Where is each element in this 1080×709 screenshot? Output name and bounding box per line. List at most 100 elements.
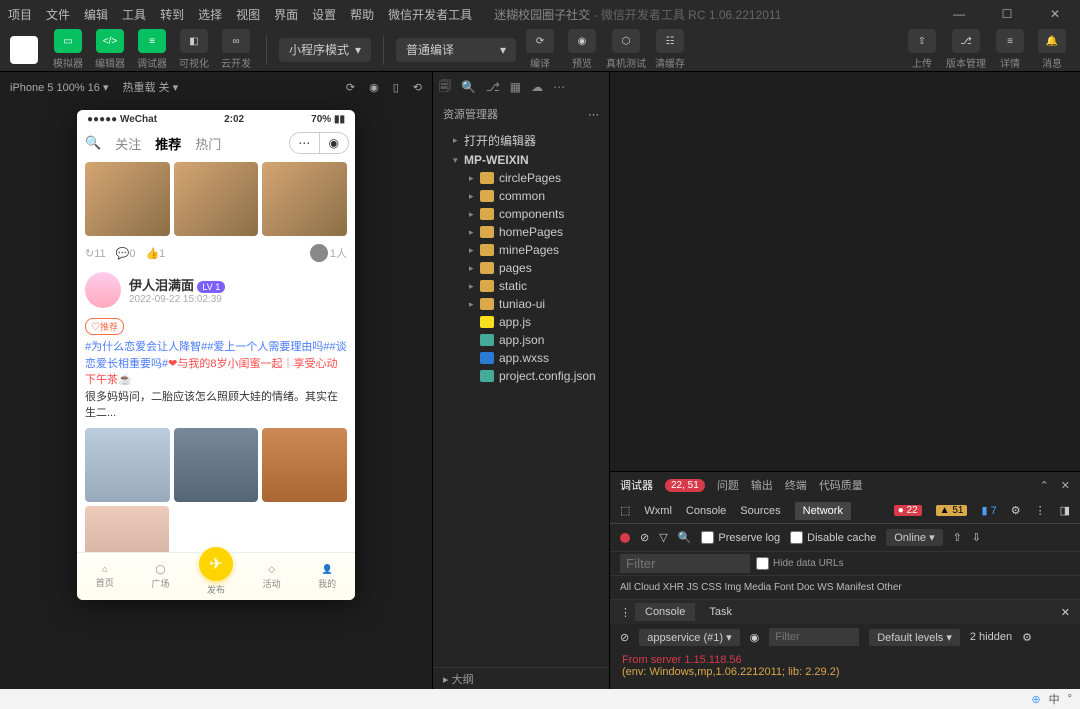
tree-folder[interactable]: ▸components [433, 205, 609, 223]
filter-icon[interactable]: ▽ [659, 531, 667, 544]
devtab-issues[interactable]: 问题 [717, 477, 739, 493]
clear-icon[interactable]: ⊘ [620, 631, 629, 644]
ext-icon[interactable]: ▦ [510, 80, 521, 94]
menu-wxdev[interactable]: 微信开发者工具 [388, 6, 472, 23]
menu-project[interactable]: 项目 [8, 6, 32, 23]
preview-button[interactable]: ◉ [568, 29, 596, 53]
compile-button[interactable]: ⟳ [526, 29, 554, 53]
chevron-up-icon[interactable]: ⌃ [1040, 479, 1049, 492]
dock-icon[interactable]: ◨ [1060, 504, 1070, 517]
devtab-output[interactable]: 输出 [751, 477, 773, 493]
tab-recommend[interactable]: 推荐 [155, 134, 181, 153]
comment-count[interactable]: 💬0 [116, 247, 136, 260]
detail-button[interactable]: ≡ [996, 29, 1024, 53]
ime-indicator[interactable]: ⊕ [1031, 693, 1040, 706]
upload-button[interactable]: ⇧ [908, 29, 936, 53]
disable-cache-checkbox[interactable]: Disable cache [790, 531, 876, 544]
gear-icon[interactable]: ⚙ [1022, 631, 1032, 644]
minimize-button[interactable]: — [942, 0, 976, 28]
feed-image[interactable] [85, 162, 170, 236]
maximize-button[interactable]: ☐ [990, 0, 1024, 28]
tree-folder[interactable]: ▸circlePages [433, 169, 609, 187]
menu-icon[interactable]: ⋯ [290, 133, 320, 153]
console-filter-input[interactable] [769, 628, 859, 646]
task-tab[interactable]: Task [699, 603, 742, 621]
menu-tool[interactable]: 工具 [122, 6, 146, 23]
nettab-sources[interactable]: Sources [740, 505, 780, 517]
cloud-icon[interactable]: ☁ [531, 80, 543, 94]
devtab-debugger[interactable]: 调试器 [620, 477, 653, 493]
close-button[interactable]: ✕ [1038, 0, 1072, 28]
like-count[interactable]: 👍1 [145, 247, 165, 260]
tree-root[interactable]: ▾MP-WEIXIN [433, 151, 609, 169]
feed-image[interactable] [174, 162, 259, 236]
eye-icon[interactable]: ◉ [750, 631, 760, 644]
gear-icon[interactable]: ⚙ [1011, 504, 1021, 517]
filter-types[interactable]: All Cloud XHR JS CSS Img Media Font Doc … [620, 582, 902, 593]
tab-activity[interactable]: ◇活动 [244, 553, 300, 600]
tree-folder[interactable]: ▸minePages [433, 241, 609, 259]
version-button[interactable]: ⎇ [952, 29, 980, 53]
close-icon[interactable]: ✕ [1061, 606, 1070, 619]
console-tab[interactable]: Console [635, 603, 695, 621]
tab-me[interactable]: 👤我的 [299, 553, 355, 600]
ime-mode[interactable]: ° [1068, 693, 1072, 705]
record-icon[interactable]: ◉ [369, 81, 379, 94]
tab-follow[interactable]: 关注 [115, 134, 141, 153]
menu-edit[interactable]: 编辑 [84, 6, 108, 23]
menu-help[interactable]: 帮助 [350, 6, 374, 23]
inspect-icon[interactable]: ⬚ [620, 504, 630, 517]
tree-folder[interactable]: ▸pages [433, 259, 609, 277]
mode-select[interactable]: 小程序模式 ▾ [279, 38, 371, 62]
feed-image[interactable] [174, 428, 259, 502]
real-device-button[interactable]: ⬡ [612, 29, 640, 53]
menu-ui[interactable]: 界面 [274, 6, 298, 23]
record-icon[interactable] [620, 533, 630, 543]
ime-lang[interactable]: 中 [1049, 691, 1060, 707]
visual-button[interactable]: ◧ [180, 29, 208, 53]
avatar[interactable] [85, 272, 121, 308]
hide-data-urls-checkbox[interactable]: Hide data URLs [756, 557, 844, 570]
tree-open-editors[interactable]: ▸打开的编辑器 [433, 130, 609, 151]
menu-select[interactable]: 选择 [198, 6, 222, 23]
devtab-terminal[interactable]: 终端 [785, 477, 807, 493]
nettab-console[interactable]: Console [686, 505, 726, 517]
compile-mode-select[interactable]: 普通编译 ▾ [396, 38, 516, 62]
menu-view[interactable]: 视图 [236, 6, 260, 23]
clear-cache-button[interactable]: ☷ [656, 29, 684, 53]
search-icon[interactable]: 🔍 [678, 531, 692, 544]
outline-section[interactable]: ▸ 大纲 [433, 667, 609, 691]
clear-icon[interactable]: ⊘ [640, 531, 649, 544]
editor-button[interactable]: </> [96, 29, 124, 53]
refresh-icon[interactable]: ⟳ [346, 81, 355, 94]
tab-publish[interactable]: ✈发布 [188, 553, 244, 600]
tree-folder[interactable]: ▸static [433, 277, 609, 295]
debugger-button[interactable]: ≡ [138, 29, 166, 53]
tree-folder[interactable]: ▸tuniao-ui [433, 295, 609, 313]
tree-file[interactable]: app.wxss [433, 349, 609, 367]
upload-icon[interactable]: ⇧ [953, 531, 962, 544]
filter-input[interactable] [620, 554, 750, 573]
tree-file[interactable]: app.js [433, 313, 609, 331]
branch-icon[interactable]: ⎇ [486, 80, 500, 94]
tab-plaza[interactable]: ◯广场 [133, 553, 189, 600]
rotate-icon[interactable]: ⟲ [413, 81, 422, 94]
tree-file[interactable]: app.json [433, 331, 609, 349]
close-icon[interactable]: ✕ [1061, 479, 1070, 492]
tree-folder[interactable]: ▸homePages [433, 223, 609, 241]
more-icon[interactable]: ⋯ [553, 80, 565, 94]
simulator-button[interactable]: ▭ [54, 29, 82, 53]
feed-image[interactable] [85, 506, 169, 553]
cloud-button[interactable]: ∞ [222, 29, 250, 53]
devtab-quality[interactable]: 代码质量 [819, 477, 863, 493]
tree-folder[interactable]: ▸common [433, 187, 609, 205]
publish-fab[interactable]: ✈ [199, 547, 233, 581]
context-select[interactable]: appservice (#1) ▾ [639, 629, 739, 646]
feed-image[interactable] [262, 428, 347, 502]
device-select[interactable]: iPhone 5 100% 16 ▾ [10, 81, 109, 94]
files-icon[interactable]: 🗐 [439, 77, 451, 98]
download-icon[interactable]: ⇩ [972, 531, 981, 544]
hot-reload-select[interactable]: 热重载 关 ▾ [123, 79, 179, 95]
nettab-wxml[interactable]: Wxml [644, 505, 672, 517]
username[interactable]: 伊人泪满面 [129, 278, 194, 293]
